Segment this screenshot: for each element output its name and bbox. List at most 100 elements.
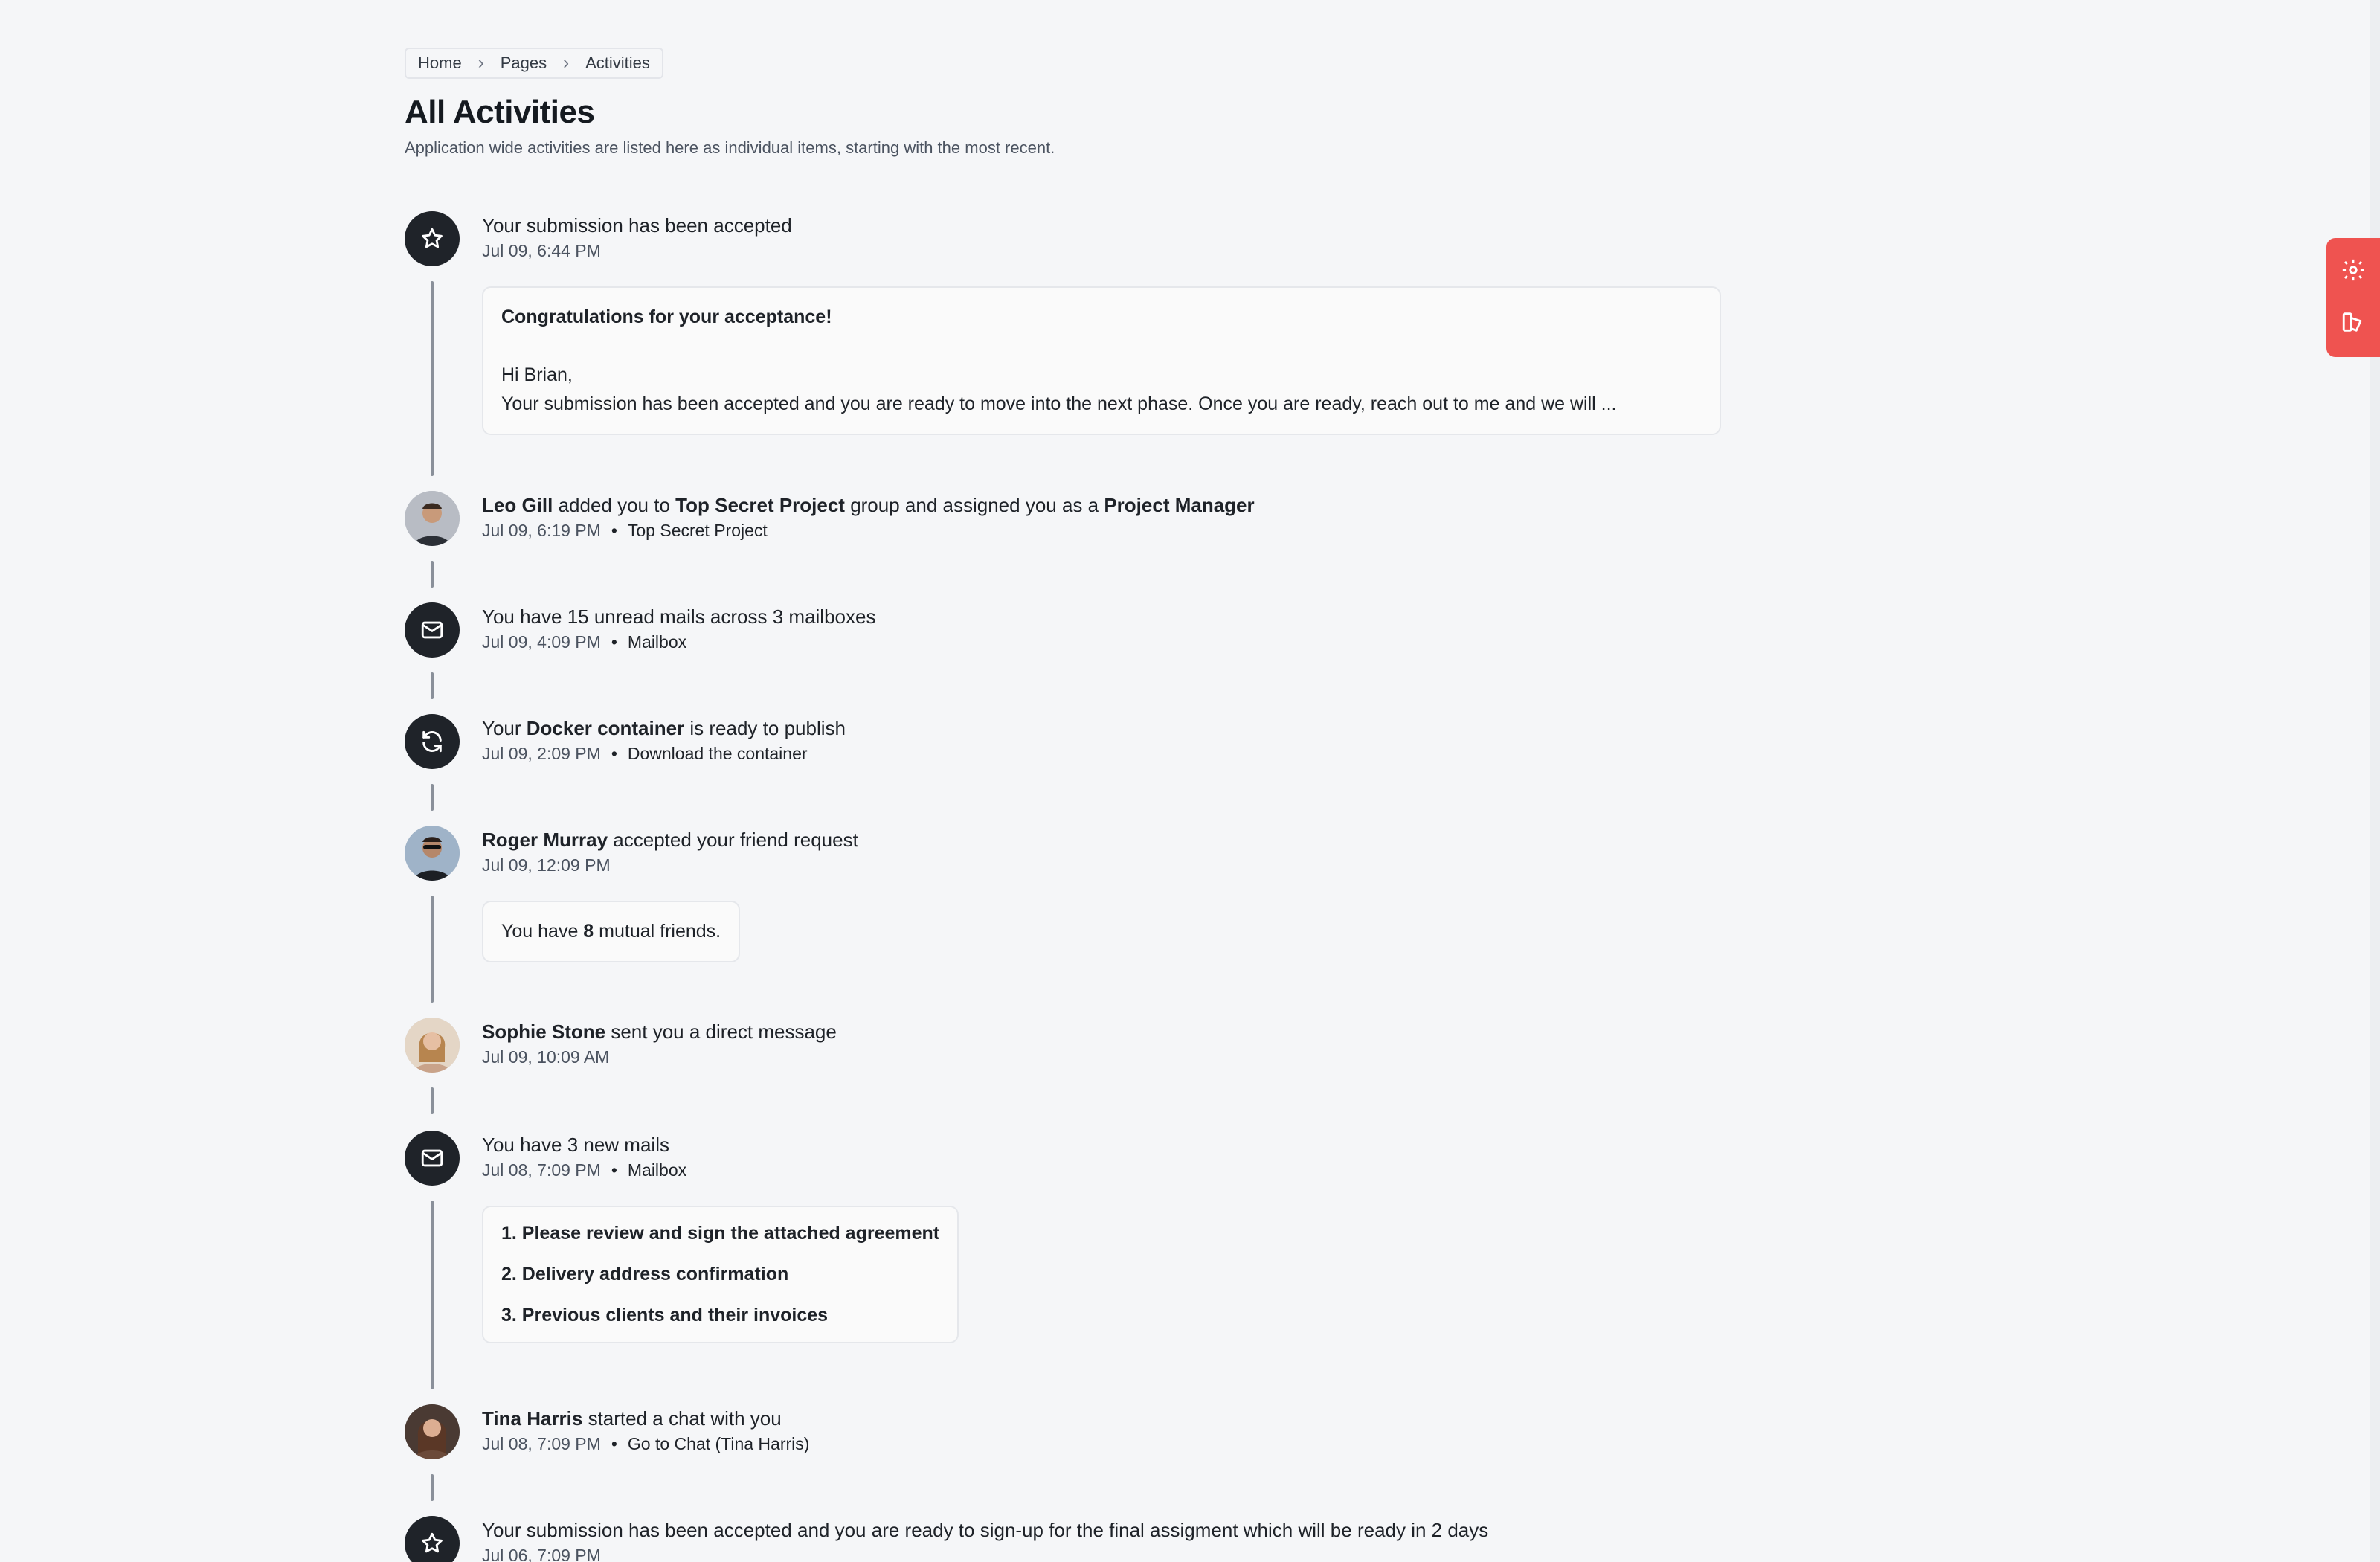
- activity-meta: Jul 09, 6:44 PM: [482, 241, 1717, 261]
- card-text: You have: [501, 921, 584, 942]
- activity-title: Your Docker container is ready to publis…: [482, 716, 846, 741]
- breadcrumb: Home › Pages › Activities: [405, 48, 663, 79]
- activity-link[interactable]: Mailbox: [628, 1160, 686, 1180]
- breadcrumb-separator: ›: [563, 53, 570, 73]
- mutual-friends-card: You have 8 mutual friends.: [482, 901, 741, 962]
- breadcrumb-activities: Activities: [585, 54, 650, 72]
- meta-separator: •: [611, 1160, 617, 1180]
- activity-item: Tina Harris started a chat with you Jul …: [405, 1404, 1728, 1516]
- activity-link[interactable]: Top Secret Project: [628, 521, 768, 540]
- activity-title: You have 15 unread mails across 3 mailbo…: [482, 605, 876, 628]
- mutual-friends-count: 8: [583, 921, 594, 942]
- mail-list-item[interactable]: 3. Previous clients and their invoices: [501, 1295, 939, 1336]
- activity-item: Your Docker container is ready to publis…: [405, 714, 1728, 826]
- actor-name[interactable]: Tina Harris: [482, 1407, 582, 1430]
- activity-item: Leo Gill added you to Top Secret Project…: [405, 491, 1728, 602]
- mail-icon: [405, 602, 460, 658]
- refresh-icon: [405, 714, 460, 769]
- activity-timeline: Your submission has been accepted Jul 09…: [405, 211, 1728, 1562]
- message-heading: Congratulations for your acceptance!: [501, 306, 832, 327]
- activity-item: You have 3 new mails Jul 08, 7:09 PM • Mai…: [405, 1131, 1728, 1404]
- side-panel: [2326, 238, 2380, 357]
- activity-item: You have 15 unread mails across 3 mailbo…: [405, 602, 1728, 714]
- activity-item: Roger Murray accepted your friend reques…: [405, 826, 1728, 1018]
- timeline-connector: [431, 1087, 434, 1114]
- activity-meta: Jul 09, 6:19 PM • Top Secret Project: [482, 521, 1255, 541]
- mail-list-card: 1. Please review and sign the attached a…: [482, 1206, 959, 1343]
- page-container: Home › Pages › Activities All Activities…: [405, 48, 1728, 1562]
- message-body: Your submission has been accepted and yo…: [501, 393, 1617, 414]
- timeline-connector: [431, 784, 434, 811]
- star-icon: [405, 1516, 460, 1562]
- actor-name[interactable]: Roger Murray: [482, 829, 608, 851]
- activity-text: added you to: [553, 494, 676, 516]
- card-text: mutual friends.: [594, 921, 721, 942]
- activity-meta: Jul 08, 7:09 PM • Go to Chat (Tina Harris): [482, 1434, 809, 1454]
- theme-icon[interactable]: [2341, 309, 2366, 338]
- activity-time: Jul 09, 10:09 AM: [482, 1047, 610, 1067]
- activity-title: Leo Gill added you to Top Secret Project…: [482, 492, 1255, 518]
- activity-meta: Jul 09, 10:09 AM: [482, 1047, 837, 1067]
- star-icon: [405, 211, 460, 266]
- activity-time: Jul 09, 2:09 PM: [482, 744, 601, 763]
- activity-item: Sophie Stone sent you a direct message J…: [405, 1018, 1728, 1131]
- actor-name[interactable]: Sophie Stone: [482, 1021, 605, 1043]
- message-preview-card[interactable]: Congratulations for your acceptance! Hi …: [482, 286, 1721, 435]
- activity-link[interactable]: Go to Chat (Tina Harris): [628, 1434, 810, 1453]
- role-name: Project Manager: [1104, 494, 1255, 516]
- sophie-stone-avatar[interactable]: [405, 1018, 460, 1073]
- mail-icon: [405, 1131, 460, 1186]
- timeline-connector: [431, 672, 434, 699]
- breadcrumb-pages[interactable]: Pages: [501, 54, 547, 73]
- page-title: All Activities: [405, 94, 595, 130]
- activity-text: accepted your friend request: [608, 829, 858, 851]
- activity-title: Sophie Stone sent you a direct message: [482, 1019, 837, 1044]
- activity-link[interactable]: Download the container: [628, 744, 808, 763]
- activity-meta: Jul 06, 7:09 PM: [482, 1546, 1488, 1562]
- tina-harris-avatar[interactable]: [405, 1404, 460, 1459]
- leo-gill-avatar[interactable]: [405, 491, 460, 546]
- activity-text: started a chat with you: [582, 1407, 782, 1430]
- page-scrollbar[interactable]: [2370, 0, 2380, 1562]
- meta-separator: •: [611, 744, 617, 763]
- activity-time: Jul 09, 12:09 PM: [482, 855, 611, 875]
- activity-meta: Jul 08, 7:09 PM • Mailbox: [482, 1160, 959, 1180]
- message-greeting: Hi Brian,: [501, 364, 573, 385]
- activity-text: Your: [482, 717, 527, 739]
- timeline-connector: [431, 281, 434, 476]
- activity-link[interactable]: Mailbox: [628, 632, 686, 652]
- activity-time: Jul 09, 4:09 PM: [482, 632, 601, 652]
- activity-title: Roger Murray accepted your friend reques…: [482, 827, 858, 852]
- activity-title: You have 3 new mails: [482, 1134, 669, 1156]
- activity-title: Tina Harris started a chat with you: [482, 1406, 809, 1431]
- roger-murray-avatar[interactable]: [405, 826, 460, 881]
- activity-meta: Jul 09, 4:09 PM • Mailbox: [482, 632, 875, 652]
- breadcrumb-home[interactable]: Home: [418, 54, 462, 73]
- activity-time: Jul 09, 6:19 PM: [482, 521, 601, 540]
- timeline-connector: [431, 1474, 434, 1501]
- timeline-connector: [431, 896, 434, 1003]
- meta-separator: •: [611, 632, 617, 652]
- activity-text: group and assigned you as a: [844, 494, 1104, 516]
- activity-time: Jul 08, 7:09 PM: [482, 1434, 601, 1453]
- activity-time: Jul 06, 7:09 PM: [482, 1546, 601, 1562]
- activity-item: Your submission has been accepted and yo…: [405, 1516, 1728, 1562]
- meta-separator: •: [611, 1434, 617, 1453]
- activity-item: Your submission has been accepted Jul 09…: [405, 211, 1728, 491]
- settings-icon[interactable]: [2341, 257, 2366, 286]
- activity-meta: Jul 09, 2:09 PM • Download the container: [482, 744, 846, 764]
- breadcrumb-separator: ›: [477, 53, 484, 73]
- mail-list: 1. Please review and sign the attached a…: [501, 1213, 939, 1336]
- activity-title: Your submission has been accepted and yo…: [482, 1519, 1489, 1541]
- meta-separator: •: [611, 521, 617, 540]
- mail-list-item[interactable]: 1. Please review and sign the attached a…: [501, 1213, 939, 1254]
- activity-meta: Jul 09, 12:09 PM: [482, 855, 858, 875]
- timeline-connector: [431, 1201, 434, 1389]
- activity-text: is ready to publish: [684, 717, 846, 739]
- activity-time: Jul 09, 6:44 PM: [482, 241, 601, 260]
- project-name[interactable]: Top Secret Project: [675, 494, 845, 516]
- actor-name[interactable]: Leo Gill: [482, 494, 553, 516]
- mail-list-item[interactable]: 2. Delivery address confirmation: [501, 1254, 939, 1295]
- activity-text: sent you a direct message: [605, 1021, 837, 1043]
- page-subtitle: Application wide activities are listed h…: [405, 138, 1055, 157]
